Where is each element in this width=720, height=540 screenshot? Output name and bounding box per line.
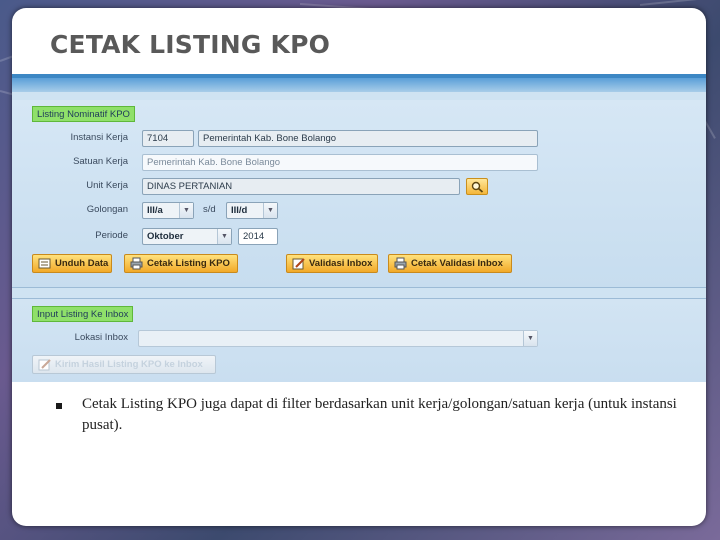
app-screenshot: Listing Nominatif KPO Instansi Kerja 710… (12, 74, 706, 382)
unit-search-button[interactable] (466, 178, 488, 195)
satuan-field[interactable]: Pemerintah Kab. Bone Bolango (142, 154, 538, 171)
header-band (12, 78, 706, 92)
section-legend-listing: Listing Nominatif KPO (32, 106, 135, 122)
cetak-validasi-button[interactable]: Cetak Validasi Inbox (388, 254, 512, 273)
inbox-panel: Input Listing Ke Inbox Lokasi Inbox ▼ Ki… (12, 298, 706, 382)
bullet-icon (56, 403, 62, 409)
golongan-to-select[interactable]: III/d ▼ (226, 202, 278, 219)
printer-icon (394, 257, 407, 270)
instansi-name-field[interactable]: Pemerintah Kab. Bone Bolango (198, 130, 538, 147)
slide-title: CETAK LISTING KPO (50, 30, 331, 59)
edit-icon (38, 359, 51, 371)
cetak-listing-button[interactable]: Cetak Listing KPO (124, 254, 238, 273)
download-icon (38, 258, 51, 269)
periode-label: Periode (95, 230, 128, 241)
listing-panel: Listing Nominatif KPO Instansi Kerja 710… (12, 100, 706, 288)
edit-icon (292, 258, 305, 270)
unduh-data-label: Unduh Data (55, 258, 109, 269)
instansi-code-field[interactable]: 7104 (142, 130, 194, 147)
periode-month-value: Oktober (147, 231, 184, 242)
golongan-label: Golongan (86, 204, 128, 215)
search-icon (471, 181, 484, 193)
validasi-inbox-label: Validasi Inbox (309, 258, 373, 269)
chevron-down-icon: ▼ (179, 203, 193, 218)
periode-year-field[interactable]: 2014 (238, 228, 278, 245)
unit-field[interactable]: DINAS PERTANIAN (142, 178, 460, 195)
lokasi-select[interactable]: ▼ (138, 330, 538, 347)
unit-label: Unit Kerja (86, 180, 128, 191)
unduh-data-button[interactable]: Unduh Data (32, 254, 112, 273)
lokasi-label: Lokasi Inbox (74, 332, 128, 343)
section-legend-inbox: Input Listing Ke Inbox (32, 306, 134, 322)
golongan-from-value: III/a (147, 205, 163, 216)
satuan-label: Satuan Kerja (73, 156, 128, 167)
bullet-text: Cetak Listing KPO juga dapat di filter b… (82, 396, 677, 433)
slide: CETAK LISTING KPO Listing Nominatif KPO … (12, 8, 706, 526)
golongan-separator: s/d (203, 204, 216, 215)
kirim-inbox-button[interactable]: Kirim Hasil Listing KPO ke Inbox (32, 355, 216, 374)
cetak-listing-label: Cetak Listing KPO (147, 258, 230, 269)
golongan-from-select[interactable]: III/a ▼ (142, 202, 194, 219)
golongan-to-value: III/d (231, 205, 248, 216)
cetak-validasi-label: Cetak Validasi Inbox (411, 258, 503, 269)
chevron-down-icon: ▼ (217, 229, 231, 244)
instansi-label: Instansi Kerja (70, 132, 128, 143)
chevron-down-icon: ▼ (523, 331, 537, 346)
periode-month-select[interactable]: Oktober ▼ (142, 228, 232, 245)
validasi-inbox-button[interactable]: Validasi Inbox (286, 254, 378, 273)
printer-icon (130, 257, 143, 270)
kirim-inbox-label: Kirim Hasil Listing KPO ke Inbox (55, 359, 203, 370)
chevron-down-icon: ▼ (263, 203, 277, 218)
